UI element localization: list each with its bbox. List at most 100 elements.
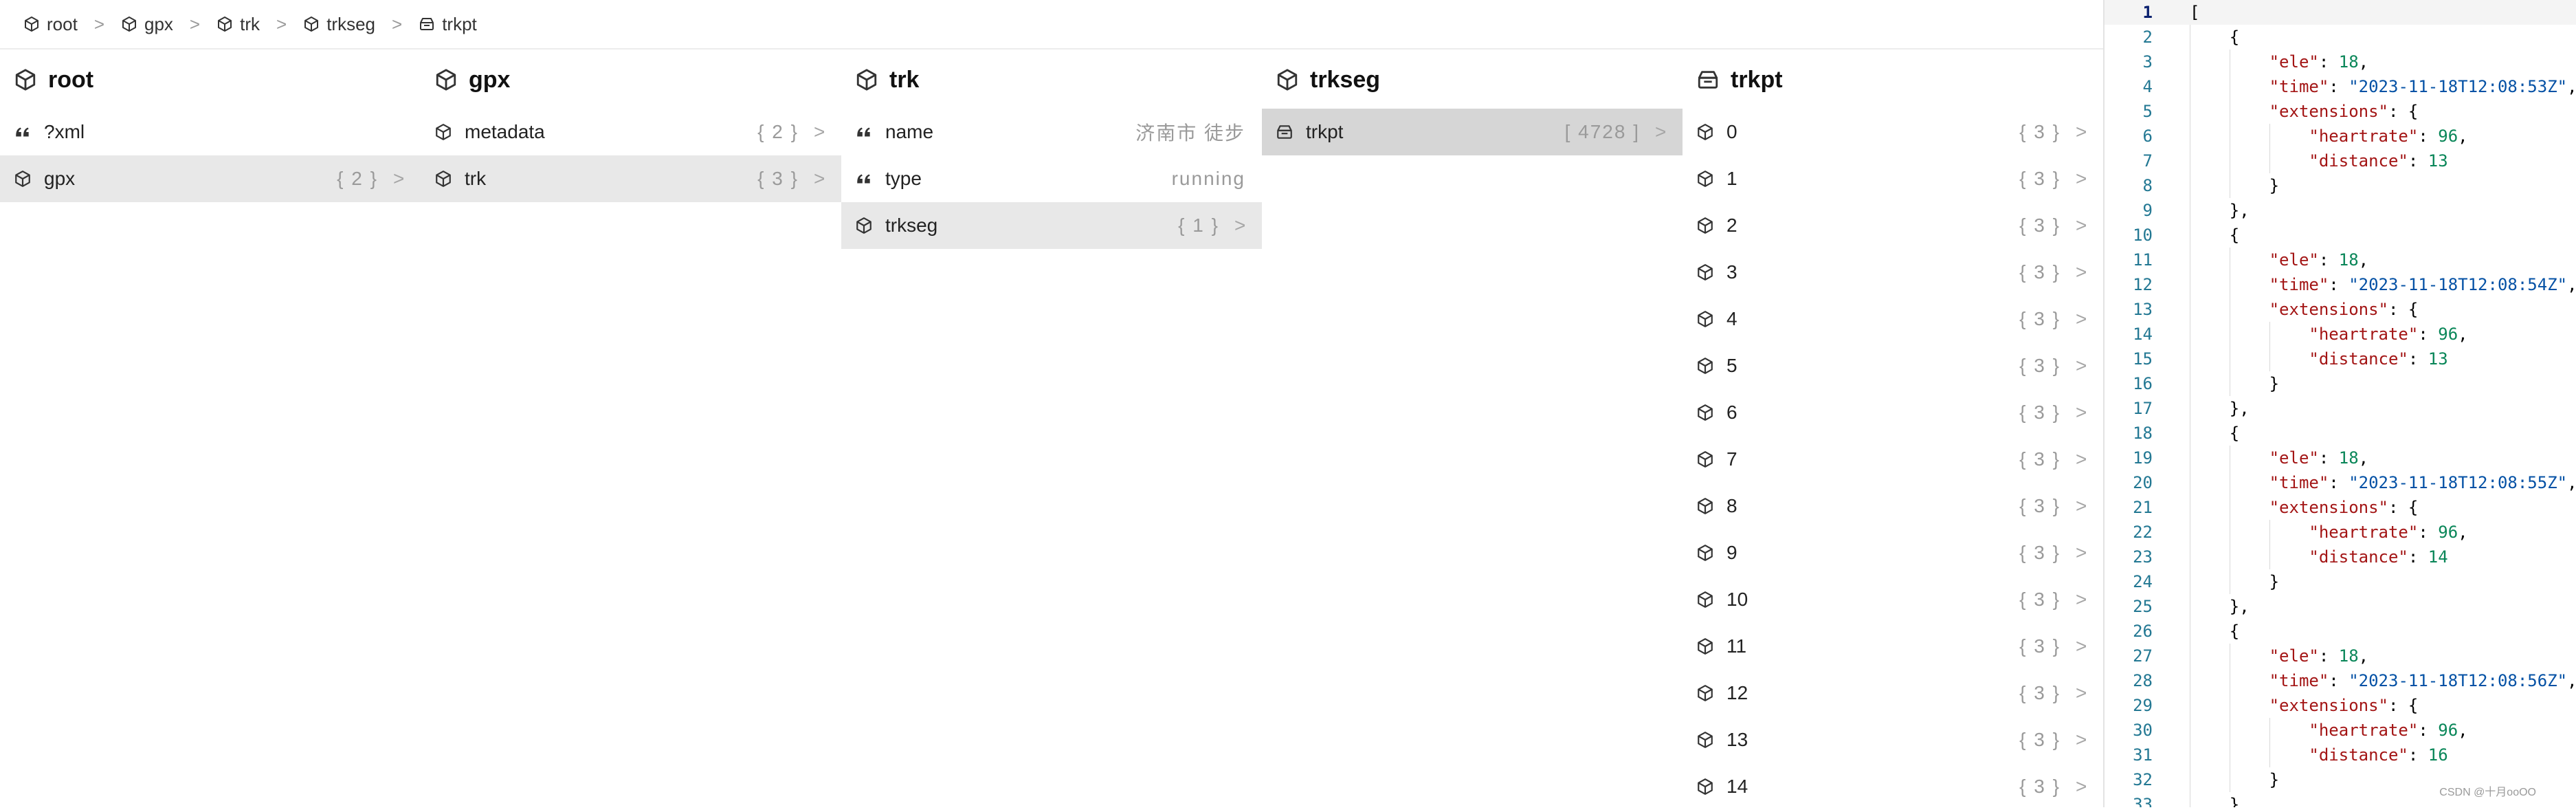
- code-line[interactable]: 29 "extensions": {: [2105, 693, 2576, 718]
- json-code-panel[interactable]: 1[2{3 "ele": 18, 4 "time": "2023-11-18T12:0…: [2103, 0, 2576, 807]
- column-row-14[interactable]: 14 { 3 } >: [1683, 763, 2103, 810]
- code-token: :: [2318, 52, 2339, 72]
- column-row-trk[interactable]: trk { 3 } >: [421, 155, 841, 202]
- column-row-6[interactable]: 6 { 3 } >: [1683, 389, 2103, 436]
- column-row-11[interactable]: 11 { 3 } >: [1683, 623, 2103, 670]
- code-line[interactable]: 24}: [2105, 569, 2576, 594]
- breadcrumb: root > gpx > trk > trkseg > trkpt: [0, 0, 2103, 50]
- row-label: 0: [1726, 121, 1737, 142]
- child-count: { 3 }: [2019, 635, 2061, 657]
- code-line[interactable]: 16}: [2105, 371, 2576, 396]
- code-line[interactable]: 21 "extensions": {: [2105, 495, 2576, 520]
- code-line[interactable]: 13 "extensions": {: [2105, 297, 2576, 322]
- code-line[interactable]: 1[: [2105, 0, 2576, 25]
- code-line[interactable]: 18 {: [2105, 421, 2576, 446]
- column-row-7[interactable]: 7 { 3 } >: [1683, 436, 2103, 483]
- code-token: "ele": [2269, 52, 2319, 72]
- column-row-9[interactable]: 9 { 3 } >: [1683, 529, 2103, 576]
- code-line[interactable]: 15 "distance": 13: [2105, 347, 2576, 371]
- line-number: 17: [2133, 399, 2153, 418]
- column-row-gpx[interactable]: gpx { 2 } >: [0, 155, 421, 202]
- column-row-12[interactable]: 12 { 3 } >: [1683, 670, 2103, 716]
- breadcrumb-item-trkpt[interactable]: trkpt: [419, 14, 477, 35]
- breadcrumb-item-gpx[interactable]: gpx: [121, 14, 173, 35]
- code-line[interactable]: 12 "time": "2023-11-18T12:08:54Z",: [2105, 272, 2576, 297]
- code-token: "extensions": [2269, 498, 2388, 517]
- cube-icon: [1276, 68, 1299, 91]
- code-line[interactable]: 7 "distance": 13: [2105, 149, 2576, 173]
- code-lines: 1[2{3 "ele": 18, 4 "time": "2023-11-18T12:0…: [2105, 0, 2576, 807]
- column-trk: trk name 济南市 徒步 type running trkseg { 1 } >: [841, 51, 1262, 807]
- code-line[interactable]: 25},: [2105, 594, 2576, 619]
- code-line[interactable]: 14 "heartrate": 96,: [2105, 322, 2576, 347]
- column-row-?xml[interactable]: ?xml: [0, 109, 421, 155]
- breadcrumb-item-root[interactable]: root: [23, 14, 78, 35]
- code-text: },: [2230, 198, 2250, 223]
- code-text: "ele": 18,: [2269, 50, 2369, 74]
- code-line[interactable]: 22 "heartrate": 96,: [2105, 520, 2576, 545]
- code-line[interactable]: 27 "ele": 18,: [2105, 644, 2576, 668]
- chevron-right-icon: >: [2076, 448, 2087, 470]
- code-line[interactable]: 19 "ele": 18,: [2105, 446, 2576, 470]
- code-token: :: [2418, 127, 2439, 146]
- indent-guide: [2269, 545, 2270, 569]
- cube-icon: [1696, 357, 1714, 375]
- code-token: ,: [2458, 721, 2468, 740]
- column-title: trk: [889, 66, 920, 93]
- code-line[interactable]: 2{: [2105, 25, 2576, 50]
- code-line[interactable]: 4 "time": "2023-11-18T12:08:53Z",: [2105, 74, 2576, 99]
- column-row-4[interactable]: 4 { 3 } >: [1683, 296, 2103, 342]
- row-label: trkpt: [1306, 121, 1344, 142]
- column-row-trkpt[interactable]: trkpt [ 4728 ] >: [1262, 109, 1683, 155]
- code-line[interactable]: 8}: [2105, 173, 2576, 198]
- code-line[interactable]: 31 "distance": 16: [2105, 743, 2576, 767]
- cube-icon: [1696, 731, 1714, 749]
- code-line[interactable]: 11 "ele": 18,: [2105, 248, 2576, 272]
- indent-guide: [2269, 743, 2270, 767]
- chevron-right-icon: >: [1655, 121, 1667, 142]
- code-line[interactable]: 28 "time": "2023-11-18T12:08:56Z",: [2105, 668, 2576, 693]
- column-row-metadata[interactable]: metadata { 2 } >: [421, 109, 841, 155]
- column-row-1[interactable]: 1 { 3 } >: [1683, 155, 2103, 202]
- line-number: 10: [2133, 226, 2153, 245]
- column-row-5[interactable]: 5 { 3 } >: [1683, 342, 2103, 389]
- code-line[interactable]: 23 "distance": 14: [2105, 545, 2576, 569]
- line-number: 21: [2133, 498, 2153, 517]
- code-line[interactable]: 6 "heartrate": 96,: [2105, 124, 2576, 149]
- code-token: {: [2229, 226, 2240, 245]
- miller-columns: root ?xml gpx { 2 } > gpx metadata { 2 } > trk { 3…: [0, 51, 2103, 807]
- column-row-13[interactable]: 13 { 3 } >: [1683, 716, 2103, 763]
- code-token: :: [2329, 275, 2349, 294]
- breadcrumb-item-trk[interactable]: trk: [216, 14, 260, 35]
- column-row-2[interactable]: 2 { 3 } >: [1683, 202, 2103, 249]
- code-text: "distance": 14: [2309, 545, 2447, 569]
- column-row-trkseg[interactable]: trkseg { 1 } >: [841, 202, 1262, 249]
- column-row-8[interactable]: 8 { 3 } >: [1683, 483, 2103, 529]
- cube-icon: [434, 123, 452, 141]
- code-text: "time": "2023-11-18T12:08:54Z",: [2269, 272, 2576, 297]
- row-label: 6: [1726, 402, 1737, 423]
- code-line[interactable]: 5 "extensions": {: [2105, 99, 2576, 124]
- breadcrumb-label: trkseg: [326, 13, 375, 34]
- code-line[interactable]: 3 "ele": 18,: [2105, 50, 2576, 74]
- code-token: "2023-11-18T12:08:56Z": [2349, 671, 2568, 690]
- column-row-name[interactable]: name 济南市 徒步: [841, 109, 1262, 155]
- code-line[interactable]: 10 {: [2105, 223, 2576, 248]
- code-line[interactable]: 9},: [2105, 198, 2576, 223]
- code-line[interactable]: 30 "heartrate": 96,: [2105, 718, 2576, 743]
- row-label: 2: [1726, 215, 1737, 236]
- column-row-0[interactable]: 0 { 3 } >: [1683, 109, 2103, 155]
- column-row-3[interactable]: 3 { 3 } >: [1683, 249, 2103, 296]
- code-line[interactable]: 26 {: [2105, 619, 2576, 644]
- chevron-right-icon: >: [2076, 308, 2087, 329]
- cube-icon: [121, 16, 137, 32]
- cube-icon: [1696, 591, 1714, 609]
- code-text: "distance": 16: [2309, 743, 2447, 767]
- breadcrumb-item-trkseg[interactable]: trkseg: [303, 14, 375, 35]
- code-token: "ele": [2269, 448, 2319, 468]
- code-line[interactable]: 20 "time": "2023-11-18T12:08:55Z",: [2105, 470, 2576, 495]
- code-line[interactable]: 17},: [2105, 396, 2576, 421]
- indent-guide: [2269, 347, 2270, 371]
- column-row-type[interactable]: type running: [841, 155, 1262, 202]
- column-row-10[interactable]: 10 { 3 } >: [1683, 576, 2103, 623]
